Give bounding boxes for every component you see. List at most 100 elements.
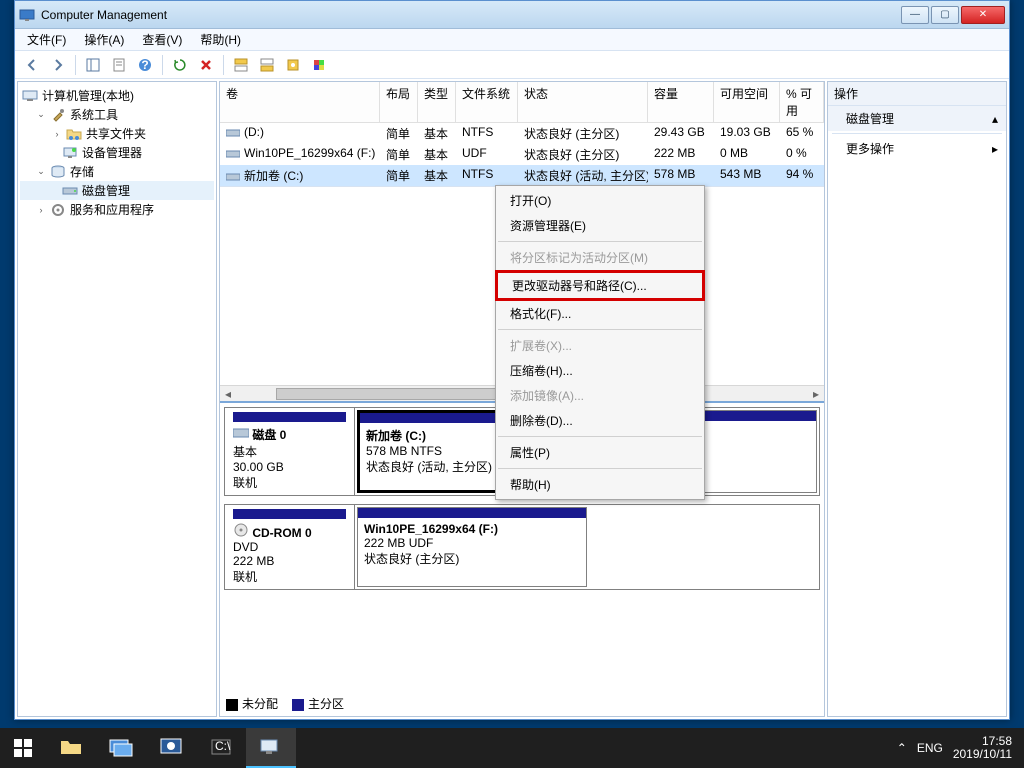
col-volume[interactable]: 卷	[220, 82, 380, 122]
taskbar-computer-management[interactable]	[246, 728, 296, 768]
expand-icon[interactable]: ›	[52, 129, 62, 139]
actions-group[interactable]: 磁盘管理 ▴	[828, 106, 1006, 131]
colors-button[interactable]	[308, 54, 330, 76]
tree-root[interactable]: 计算机管理(本地)	[20, 86, 214, 105]
windows-icon	[14, 739, 32, 757]
computer-management-window: Computer Management — ▢ ✕ 文件(F) 操作(A) 查看…	[14, 0, 1010, 720]
help-button[interactable]: ?	[134, 54, 156, 76]
show-hide-tree-button[interactable]	[82, 54, 104, 76]
refresh-button[interactable]	[169, 54, 191, 76]
col-free[interactable]: 可用空间	[714, 82, 780, 122]
tree-shared[interactable]: › 共享文件夹	[20, 124, 214, 143]
app-icon	[19, 7, 35, 23]
taskbar-explorer[interactable]	[46, 728, 96, 768]
settings-button[interactable]	[282, 54, 304, 76]
nav-tree-pane: 计算机管理(本地) ⌄ 系统工具 › 共享文件夹 设备管理器	[17, 81, 217, 717]
system-tray[interactable]: ⌃ ENG 17:58 2019/10/11	[889, 735, 1024, 761]
cmenu-shrink[interactable]: 压缩卷(H)...	[496, 358, 704, 383]
nav-back-button[interactable]	[21, 54, 43, 76]
context-menu: 打开(O) 资源管理器(E) 将分区标记为活动分区(M) 更改驱动器号和路径(C…	[495, 185, 705, 500]
disk-icon	[233, 427, 249, 439]
folder-icon	[60, 738, 82, 756]
tree-storage[interactable]: ⌄ 存储	[20, 162, 214, 181]
cmenu-delete[interactable]: 删除卷(D)...	[496, 408, 704, 433]
maximize-button[interactable]: ▢	[931, 6, 959, 24]
titlebar[interactable]: Computer Management — ▢ ✕	[15, 1, 1009, 29]
expand-icon[interactable]: ⌄	[36, 166, 46, 177]
volume-list: 卷 布局 类型 文件系统 状态 容量 可用空间 % 可用 (D:)简单基本NTF…	[220, 82, 824, 187]
view-bottom-button[interactable]	[256, 54, 278, 76]
volume-row[interactable]: Win10PE_16299x64 (F:)简单基本UDF状态良好 (主分区)22…	[220, 144, 824, 165]
cdrom-0-row[interactable]: CD-ROM 0 DVD 222 MB 联机 Win10PE_16299x64 …	[224, 504, 820, 590]
view-top-button[interactable]	[230, 54, 252, 76]
cmenu-mirror: 添加镜像(A)...	[496, 383, 704, 408]
chevron-up-icon: ▴	[992, 112, 998, 126]
scroll-right-icon[interactable]: ▸	[808, 387, 824, 401]
disk-mgmt-icon	[62, 183, 78, 199]
svg-text:C:\: C:\	[215, 739, 231, 753]
legend-primary-swatch	[292, 699, 304, 711]
cdrom-icon	[233, 523, 249, 537]
services-icon	[50, 202, 66, 218]
cmenu-properties[interactable]: 属性(P)	[496, 440, 704, 465]
storage-icon	[50, 164, 66, 180]
computer-icon	[22, 88, 38, 104]
col-fs[interactable]: 文件系统	[456, 82, 518, 122]
actions-more[interactable]: 更多操作 ▸	[828, 136, 1006, 161]
col-status[interactable]: 状态	[518, 82, 648, 122]
cmenu-change-letter[interactable]: 更改驱动器号和路径(C)...	[495, 270, 705, 301]
cmenu-explorer[interactable]: 资源管理器(E)	[496, 213, 704, 238]
taskbar-app-2[interactable]	[146, 728, 196, 768]
menu-view[interactable]: 查看(V)	[134, 29, 190, 50]
svg-text:?: ?	[141, 58, 148, 72]
start-button[interactable]	[0, 728, 46, 768]
legend-unallocated-swatch	[226, 699, 238, 711]
volume-row[interactable]: 新加卷 (C:)简单基本NTFS状态良好 (活动, 主分区)578 MB543 …	[220, 165, 824, 186]
cdrom-0-info: CD-ROM 0 DVD 222 MB 联机	[225, 505, 355, 589]
taskbar-app-3[interactable]: C:\	[196, 728, 246, 768]
legend: 未分配 主分区	[220, 691, 824, 716]
cmenu-open[interactable]: 打开(O)	[496, 188, 704, 213]
expand-icon[interactable]: ⌄	[36, 109, 46, 120]
tree-devmgr[interactable]: 设备管理器	[20, 143, 214, 162]
scroll-left-icon[interactable]: ◂	[220, 387, 236, 401]
actions-pane: 操作 磁盘管理 ▴ 更多操作 ▸	[827, 81, 1007, 717]
tree-diskmgmt[interactable]: 磁盘管理	[20, 181, 214, 200]
col-pct[interactable]: % 可用	[780, 82, 824, 122]
col-layout[interactable]: 布局	[380, 82, 418, 122]
tree-systools[interactable]: ⌄ 系统工具	[20, 105, 214, 124]
menubar: 文件(F) 操作(A) 查看(V) 帮助(H)	[15, 29, 1009, 51]
disk-0-info: 磁盘 0 基本 30.00 GB 联机	[225, 408, 355, 495]
col-type[interactable]: 类型	[418, 82, 456, 122]
window-title: Computer Management	[41, 8, 901, 22]
cmenu-format[interactable]: 格式化(F)...	[496, 301, 704, 326]
tray-clock[interactable]: 17:58 2019/10/11	[953, 735, 1016, 761]
tray-chevron-icon[interactable]: ⌃	[897, 741, 907, 755]
delete-button[interactable]	[195, 54, 217, 76]
volume-row[interactable]: (D:)简单基本NTFS状态良好 (主分区)29.43 GB19.03 GB65…	[220, 123, 824, 144]
col-capacity[interactable]: 容量	[648, 82, 714, 122]
tray-language[interactable]: ENG	[917, 741, 943, 755]
menu-help[interactable]: 帮助(H)	[192, 29, 249, 50]
actions-header: 操作	[828, 82, 1006, 106]
cmenu-help[interactable]: 帮助(H)	[496, 472, 704, 497]
expand-icon[interactable]: ›	[36, 205, 46, 215]
taskbar-app-1[interactable]	[96, 728, 146, 768]
nav-forward-button[interactable]	[47, 54, 69, 76]
partition-f[interactable]: Win10PE_16299x64 (F:) 222 MB UDF 状态良好 (主…	[357, 507, 587, 587]
cmenu-mark-active: 将分区标记为活动分区(M)	[496, 245, 704, 270]
taskbar[interactable]: C:\ ⌃ ENG 17:58 2019/10/11	[0, 728, 1024, 768]
shared-folder-icon	[66, 126, 82, 142]
volume-list-header: 卷 布局 类型 文件系统 状态 容量 可用空间 % 可用	[220, 82, 824, 123]
chevron-right-icon: ▸	[992, 142, 998, 156]
tree-services[interactable]: › 服务和应用程序	[20, 200, 214, 219]
menu-action[interactable]: 操作(A)	[76, 29, 132, 50]
close-button[interactable]: ✕	[961, 6, 1005, 24]
toolbar: ?	[15, 51, 1009, 79]
cmenu-extend: 扩展卷(X)...	[496, 333, 704, 358]
menu-file[interactable]: 文件(F)	[19, 29, 74, 50]
tools-icon	[50, 107, 66, 123]
minimize-button[interactable]: —	[901, 6, 929, 24]
properties-button[interactable]	[108, 54, 130, 76]
device-manager-icon	[62, 145, 78, 161]
